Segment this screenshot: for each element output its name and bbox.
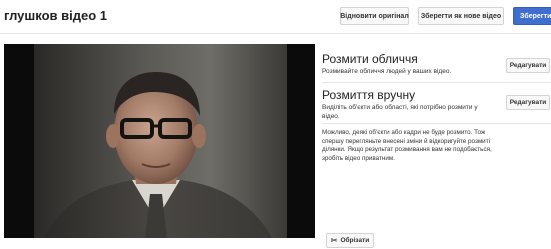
video-editor-page: глушков відео 1 Відновити оригінал Збере… [0,0,551,249]
editor-header: глушков відео 1 Відновити оригінал Збере… [0,0,551,34]
section-divider [322,123,551,124]
blur-faces-description: Розмивайте обличчя людей у ваших відео. [322,68,452,75]
save-as-new-video-button[interactable]: Зберегти як нове відео [418,7,504,25]
section-divider [322,82,551,83]
trim-button[interactable]: ✂ Обрізати [326,233,374,248]
video-title: глушков відео 1 [4,8,107,23]
enhancements-panel: Розмити обличчя Розмивайте обличчя людей… [322,44,551,249]
scissors-icon: ✂ [330,235,338,245]
blur-faces-title: Розмити обличчя [322,52,418,66]
video-frame-image [4,44,315,238]
blur-faces-edit-button[interactable]: Редагувати [506,58,550,73]
save-button[interactable]: Зберегти [513,7,551,25]
custom-blur-description: Виділіть об'єкти або області, які потріб… [322,104,478,120]
video-preview[interactable] [4,44,315,238]
custom-blur-edit-button[interactable]: Редагувати [506,95,550,110]
custom-blur-title: Розмиття вручну [322,88,416,102]
revert-original-button[interactable]: Відновити оригінал [340,7,409,25]
trim-button-label: Обрізати [340,237,370,244]
blur-warning-note: Можливо, деякі об'єкти або кадри не буде… [322,129,492,162]
